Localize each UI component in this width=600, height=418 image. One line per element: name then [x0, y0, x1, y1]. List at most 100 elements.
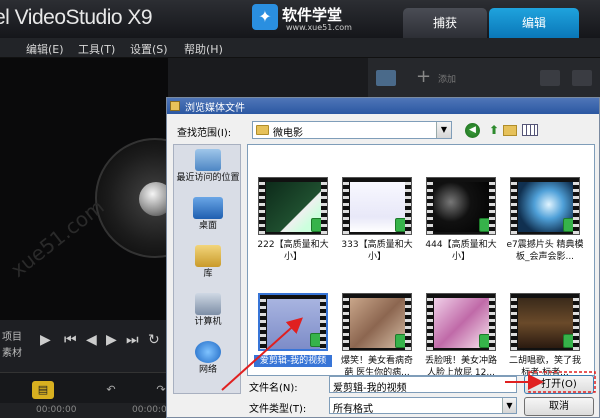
- menu-edit[interactable]: 编辑(E): [26, 41, 64, 57]
- file-name: 丢脸哦！美女冲路人脸上放屁 12...: [424, 356, 497, 376]
- video-thumbnail: [258, 177, 328, 235]
- file-item[interactable]: 丢脸哦！美女冲路人脸上放屁 12...: [422, 293, 500, 376]
- preview-window: xue51.com: [0, 58, 168, 320]
- place-label: 最近访问的位置: [176, 173, 240, 183]
- file-list: 222【高质量和大小】 333【高质量和大小】 444【高质量和大小】 e7震撼…: [247, 144, 595, 376]
- file-item[interactable]: 333【高质量和大小】: [338, 177, 416, 287]
- project-mode-label[interactable]: 项目: [2, 328, 22, 343]
- file-name: 444【高质量和大小】: [425, 240, 497, 262]
- go-end-icon[interactable]: ⏭: [126, 332, 139, 348]
- undo-icon[interactable]: ↶: [100, 381, 122, 399]
- folder-icon[interactable]: [540, 70, 560, 86]
- place-label: 桌面: [198, 221, 217, 231]
- menu-help[interactable]: 帮助(H): [184, 41, 223, 57]
- new-folder-icon[interactable]: [503, 125, 517, 136]
- file-name-value: 爱剪辑-我的视频: [333, 383, 407, 394]
- media-folder-icon[interactable]: [376, 70, 396, 86]
- site-watermark-url: www.xue51.com: [286, 23, 352, 32]
- video-badge-icon: [563, 218, 577, 232]
- file-name: 222【高质量和大小】: [257, 240, 329, 262]
- speaker-cone: [139, 182, 168, 216]
- file-name: 爱剪辑-我的视频: [254, 355, 332, 367]
- open-button[interactable]: 打开(O): [524, 375, 594, 394]
- view-menu-icon[interactable]: [522, 124, 538, 136]
- clip-mode-label[interactable]: 素材: [2, 344, 22, 359]
- place-computer[interactable]: 计算机: [174, 293, 242, 328]
- storyboard-icon[interactable]: ▤: [32, 381, 54, 399]
- chevron-down-icon[interactable]: ▼: [436, 122, 451, 138]
- look-in-value: 微电影: [273, 128, 303, 139]
- place-recent[interactable]: 最近访问的位置: [174, 149, 242, 184]
- add-icon[interactable]: +: [416, 66, 431, 87]
- file-name: 爆笑！美女看病奇葩 医生你的病...: [340, 356, 413, 376]
- file-name: 二胡唱歌，笑了我 标者 标者...: [508, 356, 581, 376]
- app-titlebar: el VideoStudio X9 ✦ 软件学堂 www.xue51.com 捕…: [0, 0, 600, 38]
- file-type-value: 所有格式: [333, 404, 373, 415]
- look-in-dropdown[interactable]: 微电影 ▼: [252, 121, 452, 139]
- tab-capture[interactable]: 捕获: [403, 8, 487, 38]
- recent-places-icon: [195, 149, 221, 171]
- library-toolbar: + 添加: [368, 58, 600, 98]
- play-icon[interactable]: ▶: [40, 332, 51, 348]
- chevron-down-icon[interactable]: ▼: [502, 398, 516, 413]
- file-item-selected[interactable]: 爱剪辑-我的视频: [254, 293, 332, 375]
- desktop-icon: [193, 197, 223, 219]
- computer-icon: [195, 293, 221, 315]
- repeat-icon[interactable]: ↻: [148, 332, 160, 348]
- file-type-label: 文件类型(T):: [249, 404, 307, 415]
- video-badge-icon: [395, 218, 409, 232]
- video-badge-icon: [479, 218, 493, 232]
- file-type-dropdown[interactable]: 所有格式 ▼: [329, 397, 517, 415]
- video-badge-icon: [563, 334, 577, 348]
- video-thumbnail: [510, 293, 580, 351]
- video-thumbnail: [510, 177, 580, 235]
- video-badge-icon: [479, 334, 493, 348]
- file-name: e7震撼片头 精典模板_会声会影...: [506, 240, 584, 262]
- file-item[interactable]: 222【高质量和大小】: [254, 177, 332, 287]
- video-badge-icon: [311, 218, 325, 232]
- speaker-graphic: [95, 138, 168, 258]
- file-item[interactable]: e7震撼片头 精典模板_会声会影...: [506, 177, 584, 287]
- dialog-title: 浏览媒体文件: [185, 103, 245, 114]
- menu-settings[interactable]: 设置(S): [130, 41, 168, 57]
- prev-frame-icon[interactable]: ◀: [86, 332, 97, 348]
- places-bar: 最近访问的位置 桌面 库 计算机 网络: [173, 144, 241, 394]
- timecode-start: 00:00:00: [36, 405, 77, 415]
- cancel-button[interactable]: 取消: [524, 397, 594, 416]
- back-icon[interactable]: ◀: [465, 123, 480, 138]
- video-thumbnail: [426, 177, 496, 235]
- place-library[interactable]: 库: [174, 245, 242, 280]
- file-name: 333【高质量和大小】: [341, 240, 413, 262]
- file-name-label: 文件名(N):: [249, 383, 298, 394]
- video-thumbnail: [342, 293, 412, 351]
- dialog-app-icon: [170, 101, 180, 111]
- site-watermark: ✦ 软件学堂 www.xue51.com: [252, 3, 362, 35]
- menu-bar: 编辑(E) 工具(T) 设置(S) 帮助(H): [0, 38, 600, 58]
- video-thumbnail: [258, 293, 328, 351]
- dialog-titlebar[interactable]: 浏览媒体文件: [167, 98, 599, 114]
- place-label: 计算机: [194, 317, 222, 327]
- file-item[interactable]: 爆笑！美女看病奇葩 医生你的病...: [338, 293, 416, 376]
- place-network[interactable]: 网络: [174, 341, 242, 376]
- place-label: 库: [203, 269, 213, 279]
- video-badge-icon: [310, 333, 324, 347]
- browse-media-dialog: 浏览媒体文件 查找范围(I): 微电影 ▼ ◀ ⬆ 最近访问的位置 桌面 库 计…: [166, 97, 600, 418]
- video-thumbnail: [426, 293, 496, 351]
- tab-edit[interactable]: 编辑: [489, 8, 579, 38]
- site-logo-icon: ✦: [252, 4, 278, 30]
- file-name-field[interactable]: 爱剪辑-我的视频: [329, 376, 517, 394]
- add-label[interactable]: 添加: [438, 72, 456, 85]
- file-item[interactable]: 二胡唱歌，笑了我 标者 标者...: [506, 293, 584, 376]
- up-folder-icon[interactable]: ⬆: [485, 121, 503, 139]
- video-badge-icon: [395, 334, 409, 348]
- next-frame-icon[interactable]: ▶: [106, 332, 117, 348]
- video-thumbnail: [342, 177, 412, 235]
- place-desktop[interactable]: 桌面: [174, 197, 242, 232]
- network-icon: [195, 341, 221, 363]
- view-icon[interactable]: [572, 70, 592, 86]
- file-item[interactable]: 444【高质量和大小】: [422, 177, 500, 287]
- look-in-label: 查找范围(I):: [177, 128, 232, 139]
- go-start-icon[interactable]: ⏮: [64, 332, 77, 348]
- menu-tools[interactable]: 工具(T): [78, 41, 115, 57]
- app-title: el VideoStudio X9: [0, 6, 153, 29]
